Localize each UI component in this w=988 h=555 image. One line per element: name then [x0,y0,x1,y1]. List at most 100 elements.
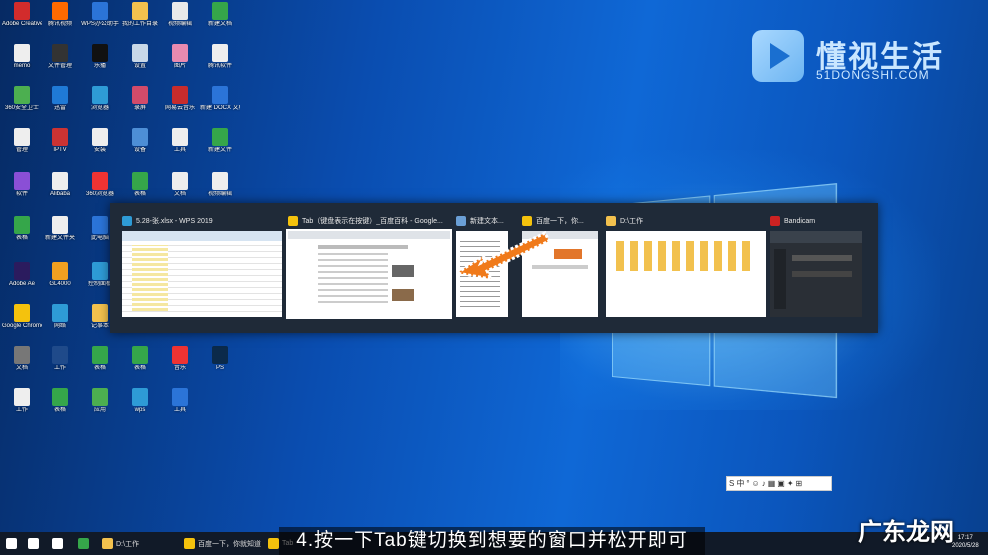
desktop-icon-label: 网络 [53,323,66,329]
app-icon [52,44,68,62]
desktop-icon-label: 设备 [133,147,146,153]
desktop-icon[interactable]: 软件 [2,172,42,198]
desktop-icon[interactable]: WPS办公助手 [80,2,120,28]
taskbar-item[interactable]: 百度一下，你就知道 [184,536,261,551]
taskbar-item[interactable]: D:\工作 [102,536,139,551]
desktop-icon[interactable]: 360浏览器 [80,172,120,198]
app-icon [212,86,228,104]
system-clock[interactable]: 17:17 2020/5/28 [952,534,979,550]
ime-tool-icon[interactable]: ° [746,479,749,488]
app-icon [132,86,148,104]
switcher-window-web[interactable]: Tab（键盘表示在按键）_百度百科 - Google... [286,211,452,319]
desktop-icon-label: 文档 [15,365,28,371]
desktop-icon[interactable]: Google Chrome [2,304,42,330]
caption-subtitle: 4.按一下Tab键切换到想要的窗口并松开即可 [279,527,705,555]
ime-tool-icon[interactable]: ☺ [752,479,760,488]
app-icon [172,388,188,406]
desktop-icon[interactable]: 新建文件 [200,128,240,154]
ime-tool-icon[interactable]: S [729,479,734,488]
desktop-icon[interactable]: GL4000 [40,262,80,288]
desktop-icon[interactable]: 腾讯视频 [40,2,80,28]
taskbar-item[interactable] [52,536,63,551]
app-icon [52,346,68,364]
switcher-window-dark[interactable]: Bandicam [770,211,862,317]
desktop-icon[interactable]: 音乐 [160,346,200,372]
desktop-icon[interactable]: 新建文件夹 [40,216,80,242]
desktop-icon[interactable]: 设置 [120,44,160,70]
desktop-icon[interactable]: 管理 [2,128,42,154]
desktop-icon-label: 视频编辑 [167,21,192,27]
desktop-icon-label: 表格 [93,365,106,371]
desktop-icon[interactable]: 视频编辑 [200,172,240,198]
desktop-icon-label: 工作 [15,407,28,413]
taskbar-item[interactable] [78,536,89,551]
desktop-icon[interactable]: 网络 [40,304,80,330]
desktop-icon[interactable]: 文件管理 [40,44,80,70]
desktop-icon[interactable]: 360安全卫士 [2,86,42,112]
ime-tool-icon[interactable]: ▣ [777,479,785,488]
desktop-icon[interactable]: 表格 [120,172,160,198]
desktop-icon[interactable]: 乐播 [80,44,120,70]
desktop-icon[interactable]: Adobe Ae [2,262,42,288]
switcher-window-sheet[interactable]: 5.28-张.xlsx - WPS 2019 [122,211,282,317]
window-title: Bandicam [784,217,816,225]
desktop-icon[interactable]: 图片 [160,44,200,70]
desktop-icon[interactable]: 表格 [120,346,160,372]
desktop-icon[interactable]: 表格 [80,346,120,372]
input-method-bar[interactable]: S 中 ° ☺ ♪ ▦ ▣ ✦ ⊞ [726,476,832,491]
desktop-icon[interactable]: 新建文档 [200,2,240,28]
desktop-icon[interactable]: 网易云音乐 [160,86,200,112]
desktop-icon[interactable]: 我的工作目录 [120,2,160,28]
app-icon [14,2,30,20]
desktop-icon-label: Adobe Creative... [2,21,42,27]
app-icon [52,172,68,190]
desktop-icon[interactable]: 工作 [40,346,80,372]
taskbar-item[interactable] [28,536,39,551]
desktop-icon[interactable]: 表格 [40,388,80,414]
ime-tool-icon[interactable]: 中 [736,478,744,489]
desktop-icon[interactable]: 设备 [120,128,160,154]
app-icon [92,304,108,322]
desktop-icon-label: PS [215,365,224,371]
desktop-icon[interactable]: memo [2,44,42,70]
task-view-icon [52,538,63,549]
app-icon [172,44,188,62]
desktop-icon-label: 新建文件 [207,147,232,153]
desktop-icon[interactable]: 工具 [160,388,200,414]
desktop-icon[interactable]: 录屏 [120,86,160,112]
desktop-icon[interactable]: 腾讯软件 [200,44,240,70]
switcher-window-folder[interactable]: D:\工作 [606,211,766,317]
taskbar-item[interactable] [6,536,17,551]
desktop-icon[interactable]: 浏览器 [80,86,120,112]
desktop-icon[interactable]: 应用 [80,388,120,414]
desktop-icon[interactable]: IPTV [40,128,80,154]
ime-tool-icon[interactable]: ▦ [768,479,776,488]
desktop-icon[interactable]: PS [200,346,240,372]
app-icon [132,2,148,20]
ime-tool-icon[interactable]: ✦ [787,479,794,488]
desktop-icon-label: 工具 [173,147,186,153]
desktop-icon[interactable]: 文档 [160,172,200,198]
app-icon [132,44,148,62]
desktop-icon-label: 应用 [93,407,106,413]
desktop-icon[interactable]: 工作 [2,388,42,414]
desktop-icon[interactable]: wps [120,388,160,414]
desktop-icon[interactable]: 表格 [2,216,42,242]
desktop-icon[interactable]: 工具 [160,128,200,154]
desktop-icon[interactable]: 迅雷 [40,86,80,112]
desktop-icon[interactable]: 安装 [80,128,120,154]
desktop-icon[interactable]: Adobe Creative... [2,2,42,28]
ime-tool-icon[interactable]: ⊞ [796,479,803,488]
ime-tool-icon[interactable]: ♪ [762,479,766,488]
desktop-icon[interactable]: 文档 [2,346,42,372]
desktop-icon-label: 表格 [133,191,146,197]
desktop-icon[interactable]: 视频编辑 [160,2,200,28]
app-icon [172,346,188,364]
desktop-icon[interactable]: Alibaba [40,172,80,198]
app-icon [52,262,68,280]
desktop-icon[interactable]: 新建 DOCX 文档 [200,86,240,112]
app-icon [52,2,68,20]
desktop-icon-label: IPTV [53,147,67,153]
app-icon [132,346,148,364]
desktop-icon-label: 管理 [15,147,28,153]
